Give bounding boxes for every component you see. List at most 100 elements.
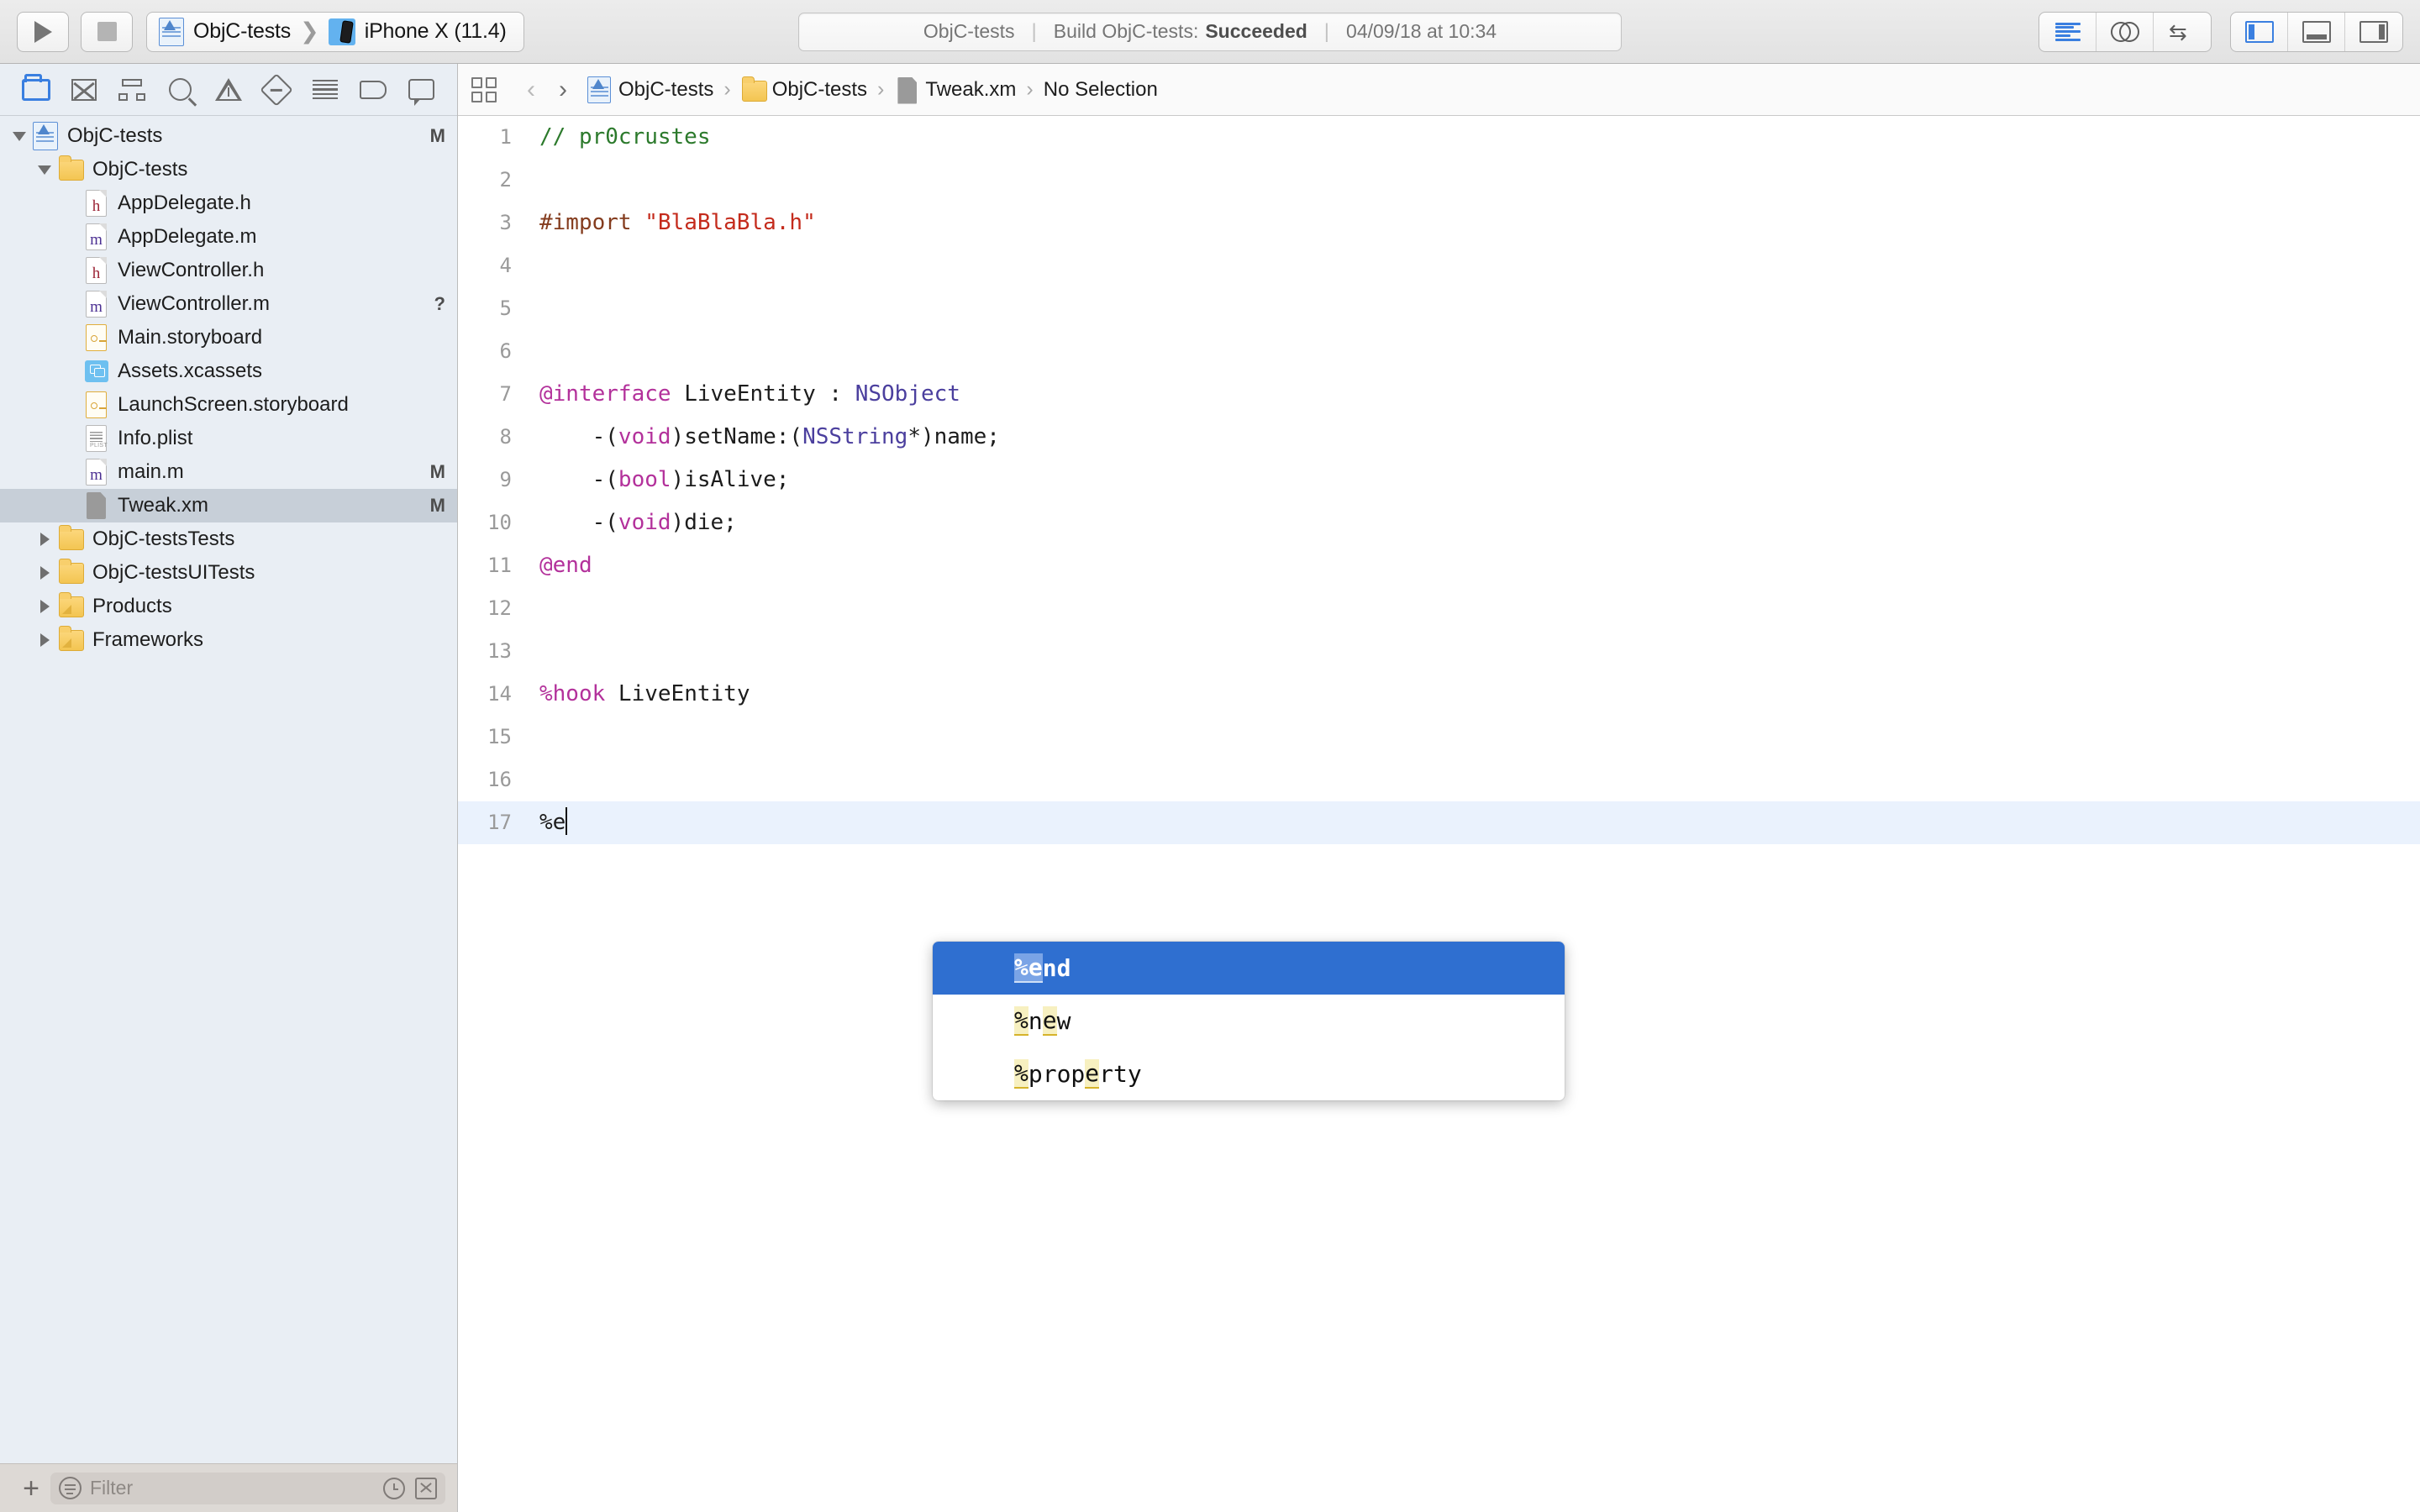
code-line[interactable]: 3 #import "BlaBlaBla.h" [458,202,2420,244]
stop-button[interactable] [81,11,133,52]
code-line[interactable]: 6 [458,330,2420,373]
code-line[interactable]: 12 [458,587,2420,630]
status-build-text: Build ObjC-tests: [1053,20,1199,42]
stop-icon [97,22,117,41]
disclosure-triangle-closed-icon[interactable] [35,631,54,649]
file-tree-row[interactable]: LaunchScreen.storyboard [0,388,457,422]
file-tree-row[interactable]: Assets.xcassets [0,354,457,388]
assistant-editor-button[interactable] [2096,12,2154,51]
file-tree-row[interactable]: ObjC-tests [0,153,457,186]
code-line[interactable]: 10 -(void)die; [458,501,2420,544]
file-tree-row-label: ViewController.m [118,292,270,315]
file-tree-row[interactable]: m main.m M [0,455,457,489]
xcassets-icon [83,357,108,386]
file-tree-row[interactable]: ObjC-testsUITests [0,556,457,590]
project-file-tree[interactable]: ObjC-tests M ObjC-tests h AppDelegate.h m AppD… [0,116,457,1463]
code-line[interactable]: 15 [458,716,2420,759]
code-line-text: -(void)die; [539,510,737,535]
report-navigator-tab[interactable] [404,75,438,106]
code-line[interactable]: 2 [458,159,2420,202]
file-tree-row[interactable]: m AppDelegate.m [0,220,457,254]
issue-navigator-tab[interactable] [212,75,245,105]
file-tree-row[interactable]: m ViewController.m? [0,287,457,321]
code-line[interactable]: 11 @end [458,544,2420,587]
status-separator-2: | [1323,19,1330,43]
standard-editor-button[interactable] [2039,12,2096,51]
breadcrumb-item[interactable]: ObjC-tests [741,76,867,103]
breakpoint-navigator-tab[interactable] [356,75,390,105]
code-line[interactable]: 13 [458,630,2420,673]
autocomplete-item[interactable]: % prop e rty [933,1047,1565,1100]
related-items-icon[interactable] [471,76,497,102]
breadcrumb[interactable]: ObjC-tests › ObjC-tests › Tweak.xm › No Select… [587,76,1158,104]
code-line[interactable]: 5 [458,287,2420,330]
line-number: 9 [499,468,512,491]
file-tree-row[interactable]: PLIST Info.plist [0,422,457,455]
disclosure-triangle-open-icon[interactable] [35,160,54,179]
breadcrumb-item[interactable]: No Selection [1044,78,1158,102]
file-tree-row-label: ObjC-tests [92,158,188,181]
code-line[interactable]: 4 [458,244,2420,287]
file-tree-row[interactable]: Frameworks [0,623,457,657]
go-back-button[interactable]: ‹ [515,76,547,104]
file-tree-row[interactable]: ObjC-testsTests [0,522,457,556]
code-lines[interactable]: 1 // pr0crustes 2 3 #import "BlaBlaBla.h" 4 5 6… [458,116,2420,844]
breadcrumb-separator: › [877,77,885,101]
disclosure-triangle-closed-icon[interactable] [35,597,54,616]
find-navigator-tab[interactable] [164,75,197,105]
xcodeproj-icon [33,122,58,150]
disclosure-triangle-open-icon[interactable] [10,127,29,145]
symbol-navigator-tab[interactable] [115,75,149,105]
file-tree-row[interactable]: Tweak.xm M [0,489,457,522]
debug-navigator-tab[interactable] [308,75,342,105]
toggle-inspector-button[interactable] [2345,13,2402,51]
code-line-text: -(bool)isAlive; [539,467,790,492]
project-navigator-tab[interactable] [19,73,53,105]
recent-files-icon[interactable] [383,1477,405,1499]
file-tree-row-label: AppDelegate.h [118,192,251,214]
code-line[interactable]: 1 // pr0crustes [458,116,2420,159]
breadcrumb-item[interactable]: ObjC-tests [587,76,713,103]
code-line[interactable]: 8 -(void)setName:(NSString*)name; [458,416,2420,459]
test-navigator-tab[interactable] [260,72,294,107]
line-number: 15 [487,725,512,748]
code-line[interactable]: 14 %hook LiveEntity [458,673,2420,716]
source-control-filter-icon[interactable] [415,1477,437,1499]
autocomplete-item[interactable]: % n e w [933,995,1565,1047]
file-tree-row[interactable]: Main.storyboard [0,321,457,354]
source-control-navigator-tab[interactable] [67,75,101,105]
file-tree-row[interactable]: h AppDelegate.h [0,186,457,220]
storyboard-icon [83,391,108,419]
text-cursor [566,807,568,835]
run-button[interactable] [17,11,69,52]
file-tree-row[interactable]: h ViewController.h [0,254,457,287]
add-file-button[interactable]: + [12,1474,50,1503]
code-line[interactable]: 17 %e [458,801,2420,844]
toggle-navigator-button[interactable] [2231,12,2288,51]
version-editor-button[interactable]: ⇆ [2154,13,2211,51]
file-tree-row[interactable]: ObjC-tests M [0,119,457,153]
disclosure-triangle-closed-icon[interactable] [35,530,54,549]
breadcrumb-separator: › [1026,77,1034,101]
source-editor[interactable]: 1 // pr0crustes 2 3 #import "BlaBlaBla.h" 4 5 6… [458,116,2420,1512]
status-bar[interactable]: ObjC-tests | Build ObjC-tests: Succeeded… [798,12,1622,51]
code-line-text: @end [539,553,592,578]
filter-right-icons [383,1477,437,1499]
impl-icon: m [83,223,108,251]
simulator-icon [328,18,355,45]
breadcrumb-item[interactable]: Tweak.xm [894,76,1016,104]
file-tree-row[interactable]: Products [0,590,457,623]
folder-icon [58,559,84,587]
file-tree-row-label: main.m [118,460,184,483]
go-forward-button[interactable]: › [547,76,579,104]
code-line[interactable]: 16 [458,759,2420,801]
autocomplete-item[interactable]: %e nd [933,942,1565,995]
filter-field[interactable]: Filter [50,1472,445,1504]
scheme-destination-control[interactable]: ObjC-tests ❯ iPhone X (11.4) [146,11,524,52]
autocomplete-popup[interactable]: %e nd% n e w% prop e rty [933,942,1565,1100]
disclosure-triangle-closed-icon[interactable] [35,564,54,582]
code-line[interactable]: 7 @interface LiveEntity : NSObject [458,373,2420,416]
toggle-debug-area-button[interactable] [2288,12,2345,51]
code-line[interactable]: 9 -(bool)isAlive; [458,459,2420,501]
